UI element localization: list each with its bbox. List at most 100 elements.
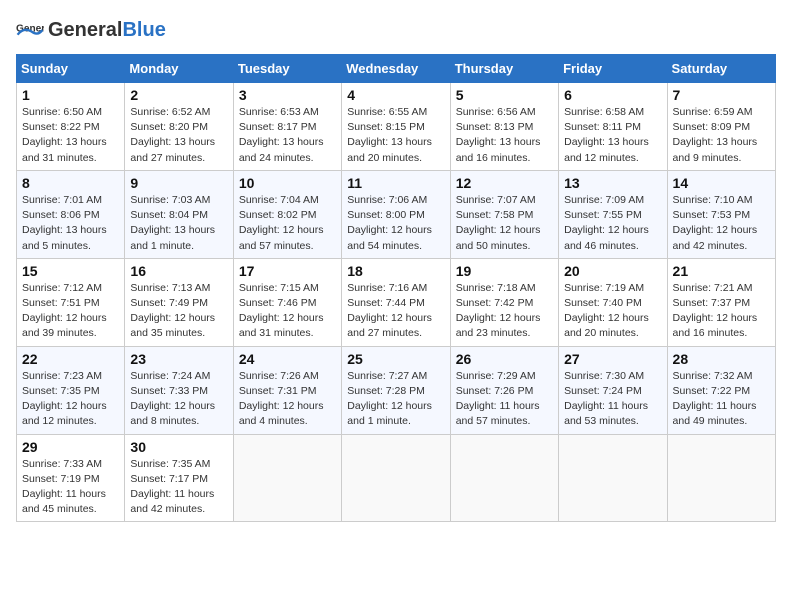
day-info: Sunrise: 7:12 AMSunset: 7:51 PMDaylight:…	[22, 281, 119, 342]
day-number: 5	[456, 87, 553, 103]
day-info: Sunrise: 7:32 AMSunset: 7:22 PMDaylight:…	[673, 369, 770, 430]
weekday-header-friday: Friday	[559, 55, 667, 83]
day-info: Sunrise: 6:52 AMSunset: 8:20 PMDaylight:…	[130, 105, 227, 166]
day-info: Sunrise: 7:04 AMSunset: 8:02 PMDaylight:…	[239, 193, 336, 254]
logo-icon: General	[16, 16, 44, 44]
day-info: Sunrise: 7:06 AMSunset: 8:00 PMDaylight:…	[347, 193, 444, 254]
logo-general-text: General	[48, 19, 122, 42]
day-number: 18	[347, 263, 444, 279]
day-info: Sunrise: 7:27 AMSunset: 7:28 PMDaylight:…	[347, 369, 444, 430]
calendar-day-cell: 25Sunrise: 7:27 AMSunset: 7:28 PMDayligh…	[342, 346, 450, 434]
weekday-header-saturday: Saturday	[667, 55, 775, 83]
day-info: Sunrise: 7:18 AMSunset: 7:42 PMDaylight:…	[456, 281, 553, 342]
calendar-day-cell: 12 Sunrise: 7:07 AMSunset: 7:58 PMDayligh…	[450, 170, 558, 258]
day-number: 26	[456, 351, 553, 367]
day-number: 8	[22, 175, 119, 191]
calendar-week-row: 15 Sunrise: 7:12 AMSunset: 7:51 PMDayligh…	[17, 258, 776, 346]
day-number: 20	[564, 263, 661, 279]
day-number: 7	[673, 87, 770, 103]
day-info: Sunrise: 7:30 AMSunset: 7:24 PMDaylight:…	[564, 369, 661, 430]
calendar-day-cell: 17 Sunrise: 7:15 AMSunset: 7:46 PMDayligh…	[233, 258, 341, 346]
day-info: Sunrise: 7:19 AMSunset: 7:40 PMDaylight:…	[564, 281, 661, 342]
calendar-day-cell: 16 Sunrise: 7:13 AMSunset: 7:49 PMDayligh…	[125, 258, 233, 346]
calendar-day-cell: 20 Sunrise: 7:19 AMSunset: 7:40 PMDayligh…	[559, 258, 667, 346]
calendar-day-cell: 27 Sunrise: 7:30 AMSunset: 7:24 PMDayligh…	[559, 346, 667, 434]
day-info: Sunrise: 6:58 AMSunset: 8:11 PMDaylight:…	[564, 105, 661, 166]
day-number: 12	[456, 175, 553, 191]
day-info: Sunrise: 7:23 AMSunset: 7:35 PMDaylight:…	[22, 369, 119, 430]
day-number: 21	[673, 263, 770, 279]
empty-cell	[233, 434, 341, 522]
calendar-day-cell: 30Sunrise: 7:35 AMSunset: 7:17 PMDayligh…	[125, 434, 233, 522]
day-number: 30	[130, 439, 227, 455]
day-number: 11	[347, 175, 444, 191]
empty-cell	[450, 434, 558, 522]
weekday-header-thursday: Thursday	[450, 55, 558, 83]
day-info: Sunrise: 6:53 AMSunset: 8:17 PMDaylight:…	[239, 105, 336, 166]
calendar-day-cell: 10Sunrise: 7:04 AMSunset: 8:02 PMDayligh…	[233, 170, 341, 258]
day-number: 17	[239, 263, 336, 279]
calendar-day-cell: 3 Sunrise: 6:53 AMSunset: 8:17 PMDaylight…	[233, 83, 341, 171]
calendar-week-row: 1 Sunrise: 6:50 AMSunset: 8:22 PMDaylight…	[17, 83, 776, 171]
calendar-week-row: 29 Sunrise: 7:33 AMSunset: 7:19 PMDayligh…	[17, 434, 776, 522]
day-info: Sunrise: 6:50 AMSunset: 8:22 PMDaylight:…	[22, 105, 119, 166]
calendar-day-cell: 2 Sunrise: 6:52 AMSunset: 8:20 PMDaylight…	[125, 83, 233, 171]
day-number: 3	[239, 87, 336, 103]
day-number: 4	[347, 87, 444, 103]
day-number: 2	[130, 87, 227, 103]
calendar-day-cell: 5 Sunrise: 6:56 AMSunset: 8:13 PMDaylight…	[450, 83, 558, 171]
calendar-table: SundayMondayTuesdayWednesdayThursdayFrid…	[16, 54, 776, 522]
logo: General GeneralBlue	[16, 16, 166, 44]
day-info: Sunrise: 6:59 AMSunset: 8:09 PMDaylight:…	[673, 105, 770, 166]
day-info: Sunrise: 7:07 AMSunset: 7:58 PMDaylight:…	[456, 193, 553, 254]
calendar-day-cell: 22 Sunrise: 7:23 AMSunset: 7:35 PMDayligh…	[17, 346, 125, 434]
day-info: Sunrise: 7:15 AMSunset: 7:46 PMDaylight:…	[239, 281, 336, 342]
day-number: 22	[22, 351, 119, 367]
day-info: Sunrise: 6:56 AMSunset: 8:13 PMDaylight:…	[456, 105, 553, 166]
day-info: Sunrise: 7:13 AMSunset: 7:49 PMDaylight:…	[130, 281, 227, 342]
weekday-header-wednesday: Wednesday	[342, 55, 450, 83]
calendar-day-cell: 18Sunrise: 7:16 AMSunset: 7:44 PMDayligh…	[342, 258, 450, 346]
calendar-day-cell: 28 Sunrise: 7:32 AMSunset: 7:22 PMDayligh…	[667, 346, 775, 434]
day-info: Sunrise: 7:03 AMSunset: 8:04 PMDaylight:…	[130, 193, 227, 254]
calendar-week-row: 22 Sunrise: 7:23 AMSunset: 7:35 PMDayligh…	[17, 346, 776, 434]
day-number: 19	[456, 263, 553, 279]
day-number: 29	[22, 439, 119, 455]
day-info: Sunrise: 7:26 AMSunset: 7:31 PMDaylight:…	[239, 369, 336, 430]
day-number: 1	[22, 87, 119, 103]
calendar-day-cell: 21 Sunrise: 7:21 AMSunset: 7:37 PMDayligh…	[667, 258, 775, 346]
calendar-day-cell: 11 Sunrise: 7:06 AMSunset: 8:00 PMDayligh…	[342, 170, 450, 258]
day-number: 16	[130, 263, 227, 279]
empty-cell	[559, 434, 667, 522]
day-info: Sunrise: 7:21 AMSunset: 7:37 PMDaylight:…	[673, 281, 770, 342]
calendar-day-cell: 8 Sunrise: 7:01 AMSunset: 8:06 PMDaylight…	[17, 170, 125, 258]
calendar-week-row: 8 Sunrise: 7:01 AMSunset: 8:06 PMDaylight…	[17, 170, 776, 258]
day-info: Sunrise: 6:55 AMSunset: 8:15 PMDaylight:…	[347, 105, 444, 166]
empty-cell	[342, 434, 450, 522]
weekday-header-monday: Monday	[125, 55, 233, 83]
day-number: 13	[564, 175, 661, 191]
day-number: 14	[673, 175, 770, 191]
calendar-day-cell: 6Sunrise: 6:58 AMSunset: 8:11 PMDaylight…	[559, 83, 667, 171]
calendar-day-cell: 23 Sunrise: 7:24 AMSunset: 7:33 PMDayligh…	[125, 346, 233, 434]
calendar-day-cell: 14Sunrise: 7:10 AMSunset: 7:53 PMDayligh…	[667, 170, 775, 258]
day-number: 15	[22, 263, 119, 279]
day-number: 23	[130, 351, 227, 367]
calendar-day-cell: 7 Sunrise: 6:59 AMSunset: 8:09 PMDaylight…	[667, 83, 775, 171]
calendar-day-cell: 1 Sunrise: 6:50 AMSunset: 8:22 PMDaylight…	[17, 83, 125, 171]
day-info: Sunrise: 7:01 AMSunset: 8:06 PMDaylight:…	[22, 193, 119, 254]
day-number: 28	[673, 351, 770, 367]
logo-blue-text: Blue	[122, 19, 165, 42]
page-header: General GeneralBlue	[16, 16, 776, 44]
calendar-day-cell: 9 Sunrise: 7:03 AMSunset: 8:04 PMDaylight…	[125, 170, 233, 258]
day-info: Sunrise: 7:33 AMSunset: 7:19 PMDaylight:…	[22, 457, 119, 518]
calendar-day-cell: 29 Sunrise: 7:33 AMSunset: 7:19 PMDayligh…	[17, 434, 125, 522]
day-info: Sunrise: 7:24 AMSunset: 7:33 PMDaylight:…	[130, 369, 227, 430]
day-number: 27	[564, 351, 661, 367]
empty-cell	[667, 434, 775, 522]
day-info: Sunrise: 7:09 AMSunset: 7:55 PMDaylight:…	[564, 193, 661, 254]
day-number: 24	[239, 351, 336, 367]
day-info: Sunrise: 7:29 AMSunset: 7:26 PMDaylight:…	[456, 369, 553, 430]
day-number: 9	[130, 175, 227, 191]
weekday-header-sunday: Sunday	[17, 55, 125, 83]
